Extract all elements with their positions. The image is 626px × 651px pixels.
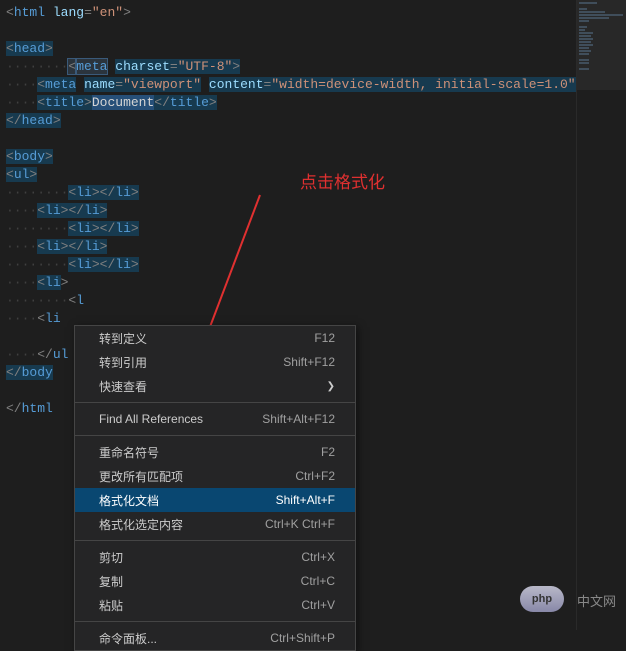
code-line[interactable]: ········<meta charset="UTF-8">: [6, 58, 573, 76]
menu-item-label: 复制: [99, 573, 123, 590]
code-line[interactable]: ········<li></li>: [6, 184, 573, 202]
code-line[interactable]: ········<li></li>: [6, 220, 573, 238]
minimap[interactable]: [576, 0, 626, 630]
menu-separator: [75, 402, 355, 403]
menu-item-label: 粘贴: [99, 597, 123, 614]
code-line[interactable]: ········<l: [6, 292, 573, 310]
menu-item-shortcut: Ctrl+V: [301, 598, 335, 612]
menu-item[interactable]: 剪切 Ctrl+X: [75, 545, 355, 569]
menu-item[interactable]: 复制 Ctrl+C: [75, 569, 355, 593]
code-line[interactable]: ····<li>: [6, 274, 573, 292]
menu-item-label: 转到定义: [99, 330, 147, 347]
code-line[interactable]: ····<li></li>: [6, 202, 573, 220]
menu-item-shortcut: Shift+Alt+F12: [262, 412, 335, 426]
menu-item-shortcut: Shift+Alt+F: [276, 493, 335, 507]
menu-separator: [75, 435, 355, 436]
menu-item[interactable]: 转到定义 F12: [75, 326, 355, 350]
code-line[interactable]: ····<title>Document</title>: [6, 94, 573, 112]
menu-item[interactable]: 重命名符号 F2: [75, 440, 355, 464]
menu-item-label: 重命名符号: [99, 444, 159, 461]
watermark-logo: php: [520, 586, 564, 612]
menu-item-shortcut: F12: [314, 331, 335, 345]
code-line[interactable]: </head>: [6, 112, 573, 130]
code-line[interactable]: ····<li></li>: [6, 238, 573, 256]
menu-item-label: 格式化选定内容: [99, 516, 183, 533]
code-line[interactable]: <body>: [6, 148, 573, 166]
menu-item[interactable]: 转到引用 Shift+F12: [75, 350, 355, 374]
menu-item-label: 快速查看: [99, 378, 147, 395]
menu-item-shortcut: Ctrl+Shift+P: [270, 631, 335, 645]
menu-item-label: 命令面板...: [99, 630, 157, 647]
menu-item-label: 剪切: [99, 549, 123, 566]
menu-item[interactable]: 格式化文档 Shift+Alt+F: [75, 488, 355, 512]
menu-item[interactable]: Find All References Shift+Alt+F12: [75, 407, 355, 431]
menu-separator: [75, 540, 355, 541]
menu-item-shortcut: Ctrl+F2: [295, 469, 335, 483]
menu-item-label: 更改所有匹配项: [99, 468, 183, 485]
menu-item-label: Find All References: [99, 412, 203, 426]
menu-item-shortcut: Ctrl+C: [301, 574, 335, 588]
code-line[interactable]: <head>: [6, 40, 573, 58]
watermark-text: 中文网: [577, 591, 616, 610]
code-line[interactable]: [6, 22, 573, 40]
menu-item[interactable]: 快速查看 ❯: [75, 374, 355, 398]
code-line[interactable]: ····<meta name="viewport" content="width…: [6, 76, 573, 94]
menu-item-shortcut: Ctrl+X: [301, 550, 335, 564]
annotation-label: 点击格式化: [300, 168, 385, 193]
chevron-right-icon: ❯: [327, 381, 335, 392]
menu-item[interactable]: 更改所有匹配项 Ctrl+F2: [75, 464, 355, 488]
menu-item-label: 转到引用: [99, 354, 147, 371]
code-line[interactable]: <html lang="en">: [6, 4, 573, 22]
menu-item[interactable]: 格式化选定内容 Ctrl+K Ctrl+F: [75, 512, 355, 536]
code-line[interactable]: [6, 130, 573, 148]
menu-item-shortcut: F2: [321, 445, 335, 459]
code-line[interactable]: <ul>: [6, 166, 573, 184]
context-menu: 转到定义 F12 转到引用 Shift+F12 快速查看 ❯ Find All Refere…: [74, 325, 356, 651]
menu-item-shortcut: Shift+F12: [283, 355, 335, 369]
code-line[interactable]: ········<li></li>: [6, 256, 573, 274]
menu-separator: [75, 621, 355, 622]
minimap-viewport[interactable]: [577, 0, 626, 90]
menu-item[interactable]: 粘贴 Ctrl+V: [75, 593, 355, 617]
menu-item-label: 格式化文档: [99, 492, 159, 509]
menu-item-shortcut: Ctrl+K Ctrl+F: [265, 517, 335, 531]
